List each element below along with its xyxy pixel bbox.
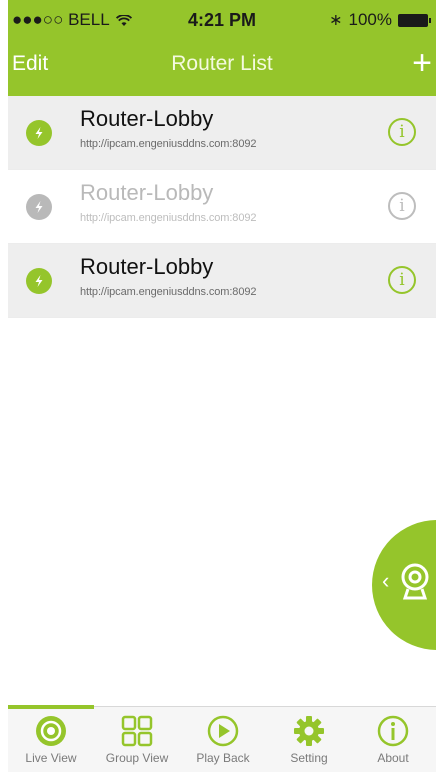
tab-bar: Live View Group View Play Back Setting A… [8,705,436,772]
tab-about[interactable]: About [350,711,436,771]
active-tab-indicator [8,705,94,709]
lightning-icon [26,120,52,146]
camera-bubble-button[interactable]: ‹ [372,520,436,650]
status-right: ∗ 100% [329,10,431,30]
top-bar: ●●●○○ BELL 4:21 PM ∗ 100% Edit Router Li… [8,0,436,96]
router-url: http://ipcam.engeniusddns.com:8092 [80,286,257,298]
status-bar: ●●●○○ BELL 4:21 PM ∗ 100% [8,0,436,40]
add-router-button[interactable]: + [412,46,432,80]
navigation-bar: Edit Router List + [8,40,436,96]
router-name: Router-Lobby [80,106,214,131]
webcam-icon [401,563,429,600]
tab-label: Play Back [196,751,250,765]
tab-setting[interactable]: Setting [266,711,352,771]
lightning-icon [26,194,52,220]
info-icon[interactable]: i [388,118,416,146]
page-title: Router List [171,52,273,75]
chevron-left-icon: ‹ [382,568,390,593]
lightning-icon [26,268,52,294]
tab-label: Setting [290,751,328,765]
tab-label: Group View [105,751,169,765]
gear-icon [294,716,324,746]
info-icon[interactable]: i [388,192,416,220]
battery-percent: 100% [348,10,392,29]
router-row[interactable]: Router-Lobby http://ipcam.engeniusddns.c… [8,96,436,170]
router-name: Router-Lobby [80,180,214,205]
phone-screen: ●●●○○ BELL 4:21 PM ∗ 100% Edit Router Li… [8,0,436,772]
router-name: Router-Lobby [80,254,214,279]
router-url: http://ipcam.engeniusddns.com:8092 [80,212,257,224]
info-icon [377,715,409,747]
tab-live-view[interactable]: Live View [8,711,94,771]
grid-icon [121,715,153,747]
battery-icon [398,13,431,27]
tab-label: About [377,751,409,765]
play-icon [207,715,239,747]
live-view-icon [36,716,66,746]
tab-group-view[interactable]: Group View [94,711,180,771]
tab-label: Live View [25,751,77,765]
info-icon[interactable]: i [388,266,416,294]
router-url: http://ipcam.engeniusddns.com:8092 [80,138,257,150]
router-row[interactable]: Router-Lobby http://ipcam.engeniusddns.c… [8,244,436,318]
router-list: Router-Lobby http://ipcam.engeniusddns.c… [8,96,436,318]
router-row[interactable]: Router-Lobby http://ipcam.engeniusddns.c… [8,170,436,244]
bluetooth-icon: ∗ [329,12,343,29]
tab-play-back[interactable]: Play Back [180,711,266,771]
